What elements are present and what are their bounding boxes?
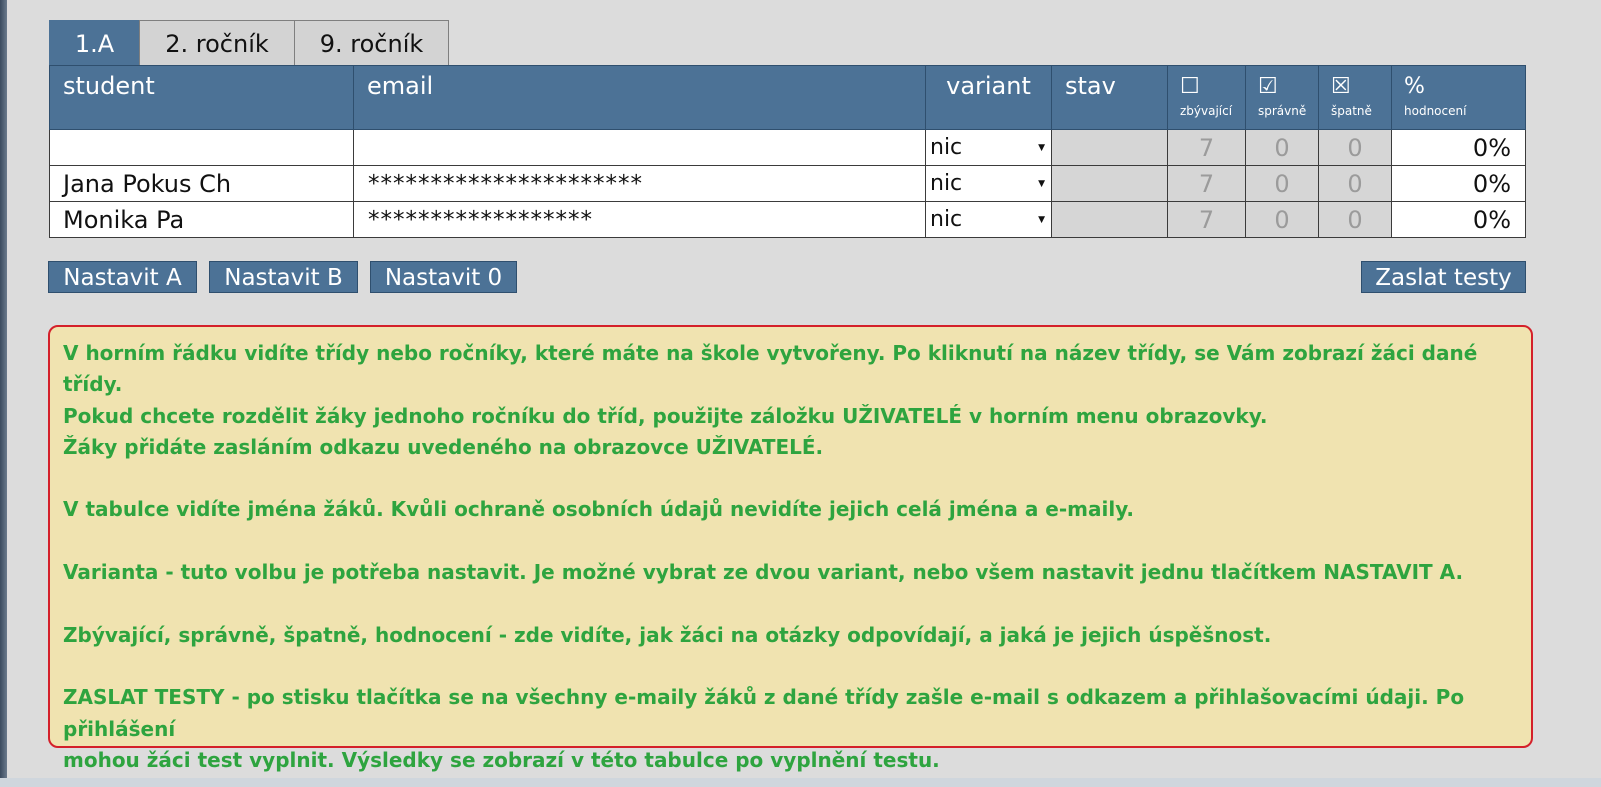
student-email: ********************** [353, 165, 926, 202]
empty-checkbox-icon: ☐ [1180, 74, 1200, 99]
header-email[interactable]: email [353, 65, 926, 130]
student-email: ****************** [353, 201, 926, 238]
header-wrong[interactable]: ☒ špatně [1318, 65, 1392, 130]
score-value: 0% [1391, 165, 1526, 202]
correct-count: 0 [1245, 129, 1319, 166]
variant-select[interactable]: nic ▼ [925, 201, 1052, 238]
crossed-checkbox-icon: ☒ [1331, 74, 1351, 99]
send-tests-button[interactable]: Zaslat testy [1361, 261, 1526, 293]
table-row: Jana Pokus Ch ********************** nic… [49, 165, 1526, 202]
window-bottom-edge [0, 778, 1601, 787]
set-b-button[interactable]: Nastavit B [209, 261, 358, 293]
remaining-count: 7 [1167, 201, 1246, 238]
remaining-count: 7 [1167, 165, 1246, 202]
header-variant[interactable]: variant [925, 65, 1052, 130]
header-stav[interactable]: stav [1051, 65, 1168, 130]
info-paragraph: V tabulce vidíte jména žáků. Kvůli ochra… [63, 497, 1135, 522]
student-name [49, 129, 354, 166]
set-0-button[interactable]: Nastavit 0 [370, 261, 517, 293]
table-row: Monika Pa ****************** nic ▼ 7 0 0 … [49, 201, 1526, 238]
header-score[interactable]: % hodnocení [1391, 65, 1526, 130]
tab-2-rocnik[interactable]: 2. ročník [139, 20, 295, 65]
correct-count: 0 [1245, 165, 1319, 202]
set-a-button[interactable]: Nastavit A [48, 261, 197, 293]
info-paragraph: Žáky přidáte zasláním odkazu uvedeného n… [63, 434, 824, 459]
variant-select[interactable]: nic ▼ [925, 129, 1052, 166]
info-paragraph: mohou žáci test vyplnit. Výsledky se zob… [63, 747, 940, 772]
status-cell [1051, 129, 1168, 166]
variant-select[interactable]: nic ▼ [925, 165, 1052, 202]
status-cell [1051, 201, 1168, 238]
percent-icon: % [1404, 74, 1425, 99]
tab-1a[interactable]: 1.A [49, 20, 140, 67]
dropdown-arrow-icon: ▼ [1038, 143, 1045, 153]
info-paragraph: V horním řádku vidíte třídy nebo ročníky… [63, 341, 1478, 397]
student-name: Jana Pokus Ch [49, 165, 354, 202]
score-value: 0% [1391, 129, 1526, 166]
window-edge [0, 0, 7, 787]
table-header-row: student email variant stav ☐ zbývající ☑… [49, 65, 1526, 130]
checked-checkbox-icon: ☑ [1258, 74, 1278, 99]
help-info-box: V horním řádku vidíte třídy nebo ročníky… [48, 325, 1533, 772]
header-student[interactable]: student [49, 65, 354, 130]
wrong-count: 0 [1318, 165, 1392, 202]
info-paragraph: Varianta - tuto volbu je potřeba nastavi… [63, 560, 1464, 585]
info-paragraph: ZASLAT TESTY - po stisku tlačítka se na … [63, 685, 1465, 741]
tab-9-rocnik[interactable]: 9. ročník [294, 20, 449, 65]
student-email [353, 129, 926, 166]
remaining-count: 7 [1167, 129, 1246, 166]
info-paragraph: Pokud chcete rozdělit žáky jednoho roční… [63, 403, 1268, 428]
dropdown-arrow-icon: ▼ [1038, 179, 1045, 189]
header-remaining[interactable]: ☐ zbývající [1167, 65, 1246, 130]
students-table: student email variant stav ☐ zbývající ☑… [49, 65, 1526, 238]
wrong-count: 0 [1318, 129, 1392, 166]
header-correct[interactable]: ☑ správně [1245, 65, 1319, 130]
wrong-count: 0 [1318, 201, 1392, 238]
student-name: Monika Pa [49, 201, 354, 238]
dropdown-arrow-icon: ▼ [1038, 215, 1045, 225]
correct-count: 0 [1245, 201, 1319, 238]
score-value: 0% [1391, 201, 1526, 238]
table-row: nic ▼ 7 0 0 0% [49, 129, 1526, 166]
info-paragraph: Zbývající, správně, špatně, hodnocení - … [63, 622, 1272, 647]
status-cell [1051, 165, 1168, 202]
